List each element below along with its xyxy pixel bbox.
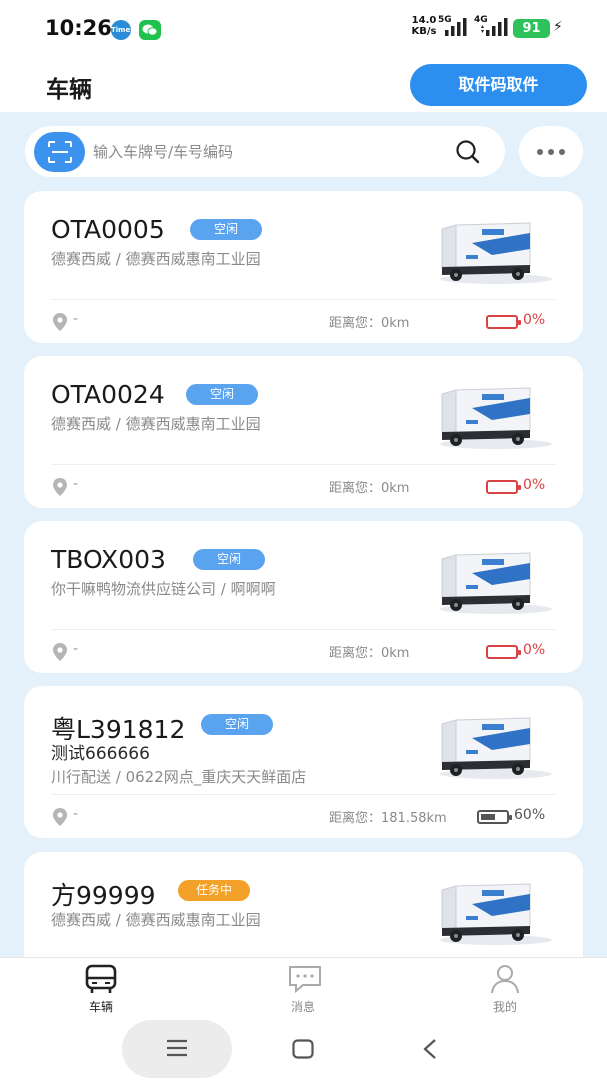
battery-icon <box>477 810 512 824</box>
bus-icon <box>85 964 117 993</box>
status-badge: 空闲 <box>186 384 258 405</box>
more-dot-icon <box>559 149 565 155</box>
system-nav-bar <box>0 1017 607 1080</box>
tab-messages[interactable]: 消息 <box>243 958 363 1018</box>
location-pin-icon <box>53 478 67 496</box>
more-dot-icon <box>537 149 543 155</box>
search-input[interactable] <box>93 139 433 165</box>
pickup-code-button[interactable]: 取件码取件 <box>410 64 587 106</box>
more-dot-icon <box>548 149 554 155</box>
vehicle-location: - <box>73 641 79 657</box>
search-bar <box>25 126 505 177</box>
delivery-vehicle-image <box>440 222 552 284</box>
scan-icon <box>48 141 72 163</box>
status-bar: 10:26 TimeFlow 14.0 KB/s 5G 4G 91 ⚡ <box>0 0 607 58</box>
vehicle-plate: 方99999 <box>51 881 156 910</box>
vehicle-org: 你干嘛鸭物流供应链公司 / 啊啊啊 <box>51 580 276 598</box>
vehicle-card[interactable]: OTA0024 空闲 德赛西威 / 德赛西威惠南工业园 - 距离您：0km 0% <box>24 356 583 508</box>
delivery-vehicle-image <box>440 883 552 945</box>
vehicle-location: - <box>73 806 79 822</box>
delivery-vehicle-image <box>440 387 552 449</box>
location-pin-icon <box>53 643 67 661</box>
vehicle-org: 川行配送 / 0622网点_重庆天天鲜面店 <box>51 768 307 786</box>
vehicle-card[interactable]: OTA0005 空闲 德赛西威 / 德赛西威惠南工业园 - 距离您：0km 0% <box>24 191 583 343</box>
tab-label: 消息 <box>290 1000 315 1014</box>
timeflow-app-icon: TimeFlow <box>111 20 149 40</box>
message-icon <box>289 966 321 994</box>
delivery-vehicle-image <box>440 717 552 779</box>
battery-indicator: 91 <box>513 19 550 38</box>
vehicle-location: - <box>73 311 79 327</box>
back-icon[interactable] <box>422 1038 438 1060</box>
scan-button[interactable] <box>34 132 85 172</box>
tab-vehicles[interactable]: 车辆 <box>41 958 161 1018</box>
vehicle-distance: 距离您：0km <box>329 481 410 496</box>
more-button[interactable] <box>519 126 583 177</box>
divider <box>51 299 556 300</box>
charging-icon: ⚡ <box>553 19 563 35</box>
search-icon[interactable] <box>455 139 481 165</box>
vehicle-org: 德赛西威 / 德赛西威惠南工业园 <box>51 415 261 433</box>
tab-profile[interactable]: 我的 <box>445 958 565 1018</box>
vehicle-plate: TBOX003 <box>51 545 166 574</box>
vehicle-org: 德赛西威 / 德赛西威惠南工业园 <box>51 250 261 268</box>
status-badge: 空闲 <box>193 549 265 570</box>
vehicle-name: 测试666666 <box>51 744 150 764</box>
signal-4g-icon <box>481 18 508 36</box>
vehicle-card[interactable]: TBOX003 空闲 你干嘛鸭物流供应链公司 / 啊啊啊 - 距离您：0km 0… <box>24 521 583 673</box>
battery-icon <box>486 315 521 329</box>
battery-fill <box>481 814 496 820</box>
wechat-icon <box>139 20 161 40</box>
tab-label: 我的 <box>492 1000 517 1014</box>
vehicle-distance: 距离您：0km <box>329 316 410 331</box>
status-badge: 空闲 <box>190 219 262 240</box>
signal-5g-icon <box>445 18 467 36</box>
battery-percent: 0% <box>523 642 546 658</box>
menu-icon <box>167 1039 187 1057</box>
status-time: 10:26 <box>45 16 112 40</box>
page-title: 车辆 <box>46 77 92 103</box>
tab-label: 车辆 <box>88 1000 113 1014</box>
vehicle-org: 德赛西威 / 德赛西威惠南工业园 <box>51 911 261 929</box>
divider <box>51 629 556 630</box>
profile-icon <box>491 965 519 994</box>
battery-icon <box>486 480 521 494</box>
vehicle-plate: OTA0024 <box>51 380 165 409</box>
battery-percent: 0% <box>523 477 546 493</box>
network-speed: 14.0 KB/s <box>411 15 437 37</box>
vehicle-card[interactable]: 粤L391812 空闲 测试666666 川行配送 / 0622网点_重庆天天鲜… <box>24 686 583 838</box>
bottom-nav: 车辆 消息 我的 <box>0 957 607 1017</box>
battery-percent: 0% <box>523 312 546 328</box>
vehicle-location: - <box>73 476 79 492</box>
delivery-vehicle-image <box>440 552 552 614</box>
status-badge: 空闲 <box>201 714 273 735</box>
divider <box>51 794 556 795</box>
home-icon[interactable] <box>292 1039 314 1059</box>
vehicle-plate: OTA0005 <box>51 215 165 244</box>
location-pin-icon <box>53 313 67 331</box>
vehicle-distance: 距离您：0km <box>329 646 410 661</box>
vehicle-distance: 距离您：181.58km <box>329 811 447 826</box>
battery-icon <box>486 645 521 659</box>
system-menu-button[interactable] <box>122 1020 232 1078</box>
status-badge: 任务中 <box>178 880 250 901</box>
location-pin-icon <box>53 808 67 826</box>
battery-percent: 60% <box>514 807 546 823</box>
divider <box>51 464 556 465</box>
